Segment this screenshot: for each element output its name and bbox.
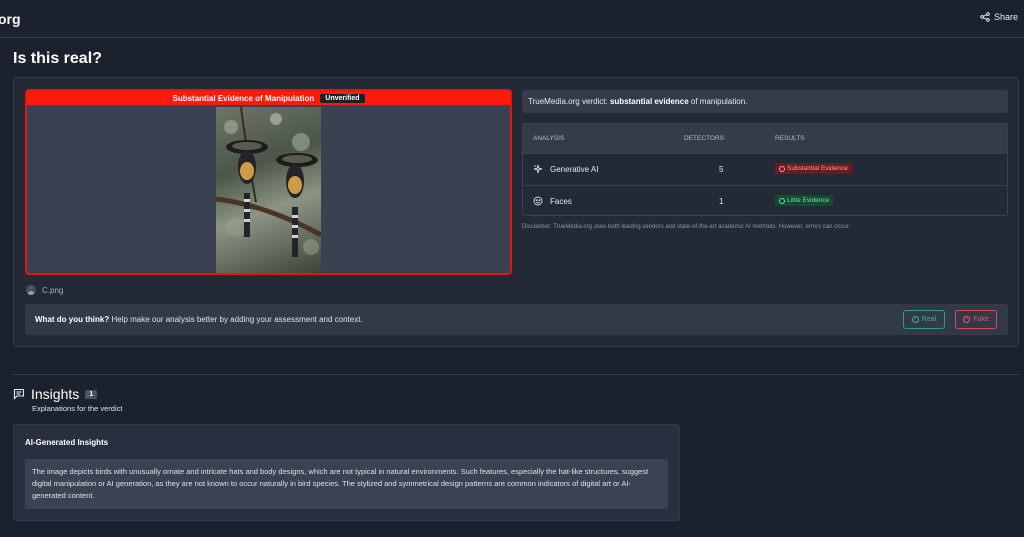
verdict-banner: Substantial Evidence of Manipulation Unv…: [27, 91, 510, 105]
share-button[interactable]: Share: [980, 12, 1018, 22]
header-detectors: DETECTORS: [684, 135, 724, 142]
table-header: ANALYSIS DETECTORS RESULTS: [523, 124, 1007, 153]
result-badge-little: Little Evidence: [775, 195, 834, 206]
face-icon: [533, 196, 543, 206]
page-title: Is this real?: [13, 50, 102, 67]
verdict-prefix: TrueMedia.org verdict:: [528, 97, 610, 106]
verdict-suffix: of manipulation.: [688, 97, 748, 106]
brand-logo[interactable]: org: [0, 11, 21, 27]
real-button[interactable]: ✓ Real: [903, 310, 945, 329]
share-icon: [980, 12, 990, 22]
result-badge-substantial: Substantial Evidence: [775, 163, 852, 174]
header-results: RESULTS: [775, 135, 805, 142]
unverified-badge: Unverified: [320, 93, 365, 103]
result-label: Little Evidence: [787, 197, 830, 204]
insights-subtitle: Explanations for the verdict: [32, 404, 123, 413]
sparkles-icon: [533, 164, 543, 174]
birds-image: [216, 107, 321, 257]
result-card: Substantial Evidence of Manipulation Unv…: [13, 77, 1019, 347]
insights-title: Insights: [31, 386, 80, 402]
fake-button[interactable]: × Fake: [955, 310, 997, 329]
file-info: C.png: [26, 285, 63, 295]
fake-button-label: Fake: [973, 316, 989, 323]
insights-card-title: AI-Generated Insights: [25, 438, 109, 447]
user-avatar-icon: [26, 285, 36, 295]
detector-count: 5: [719, 165, 724, 174]
analysis-name: Faces: [550, 196, 572, 206]
table-row-faces[interactable]: Faces 1 Little Evidence: [523, 185, 1007, 215]
analysis-table: ANALYSIS DETECTORS RESULTS Generative AI…: [522, 123, 1008, 216]
insights-card: AI-Generated Insights The image depicts …: [13, 424, 680, 521]
analysis-name: Generative AI: [550, 164, 599, 174]
feedback-text: What do you think? Help make our analysi…: [35, 315, 363, 324]
verdict-strong: substantial evidence: [609, 97, 689, 106]
feedback-bar: What do you think? Help make our analysi…: [25, 304, 1008, 335]
result-label: Substantial Evidence: [787, 165, 848, 172]
section-divider: [13, 374, 1019, 375]
verdict-summary: TrueMedia.org verdict: substantial evide…: [522, 90, 1008, 113]
detector-count: 1: [719, 197, 724, 206]
top-bar: org Share: [0, 0, 1024, 38]
insights-count-badge: 1: [85, 389, 98, 399]
file-name: C.png: [42, 285, 64, 295]
check-circle-icon: [779, 197, 785, 204]
x-circle-icon: ×: [963, 316, 971, 323]
real-button-label: Real: [921, 316, 937, 323]
insights-header: Insights 1: [13, 386, 98, 402]
verdict-banner-label: Substantial Evidence of Manipulation: [172, 93, 315, 103]
feedback-question: What do you think?: [35, 315, 110, 324]
disclaimer: Disclaimer: TrueMedia.org uses both lead…: [522, 224, 851, 230]
insights-body: The image depicts birds with unusually o…: [25, 459, 668, 509]
feedback-prompt: Help make our analysis better by adding …: [109, 315, 363, 324]
message-square-icon: [13, 388, 25, 400]
table-row-generative-ai[interactable]: Generative AI 5 Substantial Evidence: [523, 153, 1007, 185]
header-analysis: ANALYSIS: [533, 135, 565, 142]
alert-circle-icon: [779, 165, 785, 172]
media-panel: Substantial Evidence of Manipulation Unv…: [25, 89, 512, 275]
share-label: Share: [993, 12, 1018, 22]
check-circle-icon: ✓: [911, 316, 919, 323]
analyzed-image[interactable]: [216, 107, 321, 273]
